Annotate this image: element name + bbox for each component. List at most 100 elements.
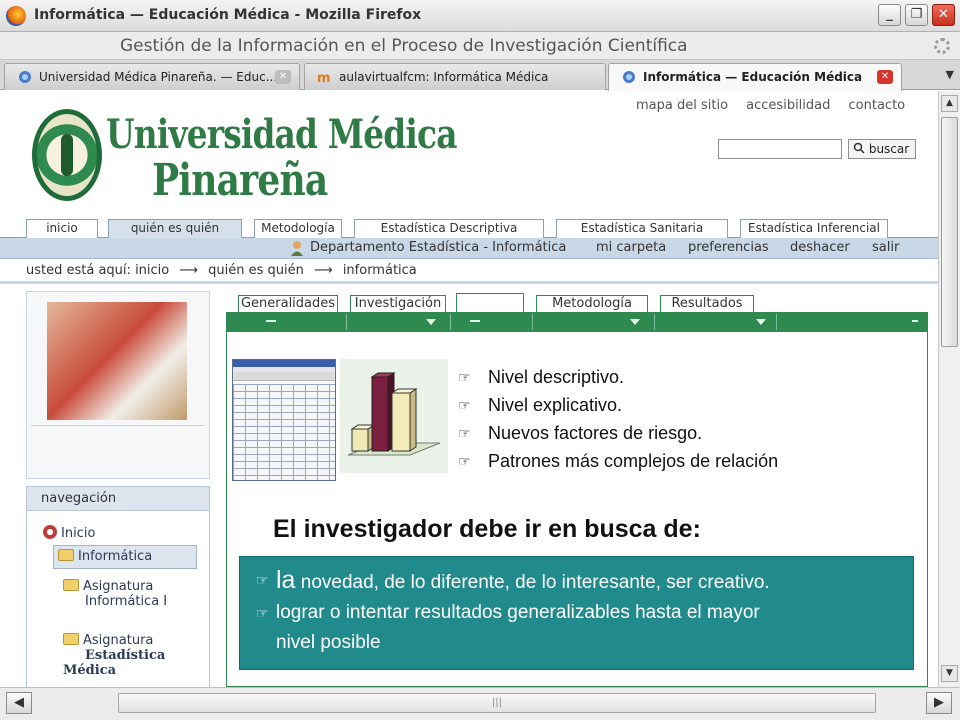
logo-text-line2[interactable]: Pinareña bbox=[152, 155, 328, 206]
list-item: ☞ Nivel descriptivo. bbox=[458, 363, 778, 391]
nav-item-label: Inicio bbox=[61, 526, 96, 541]
link-contact[interactable]: contacto bbox=[849, 98, 906, 113]
pointing-hand-icon: ☞ bbox=[256, 605, 269, 621]
nav-item-label: Asignatura bbox=[83, 579, 154, 594]
divider bbox=[31, 425, 205, 426]
highlight-line: ☞ la novedad, de lo diferente, de lo inte… bbox=[256, 565, 897, 598]
chevron-down-icon[interactable] bbox=[426, 319, 436, 325]
tab-close-icon[interactable]: ✕ bbox=[877, 70, 893, 84]
nav-item-inicio[interactable]: Inicio bbox=[43, 525, 95, 541]
chevron-down-icon[interactable] bbox=[630, 319, 640, 325]
dash-icon bbox=[912, 320, 918, 322]
user-name-link[interactable]: Departamento Estadística - Informática bbox=[310, 240, 566, 255]
page-title-bar: Gestión de la Información en el Proceso … bbox=[0, 32, 960, 60]
maximize-button[interactable]: ❐ bbox=[905, 4, 928, 26]
nav-item-sublabel: Estadística Médica bbox=[63, 648, 166, 678]
list-item-text: Nivel explicativo. bbox=[488, 395, 623, 415]
highlight-lead: la bbox=[276, 566, 296, 594]
content-tabs: Generalidades Investigación Metodología … bbox=[236, 293, 930, 315]
ctab-resultados[interactable]: Resultados bbox=[660, 295, 754, 313]
list-item: ☞ Nivel explicativo. bbox=[458, 391, 778, 419]
close-window-button[interactable]: ✕ bbox=[932, 4, 955, 26]
ctab-generalidades[interactable]: Generalidades bbox=[238, 295, 338, 313]
section-tabs: inicio quién es quién Metodología Estadí… bbox=[0, 219, 938, 238]
search-icon bbox=[853, 142, 865, 154]
link-sitemap[interactable]: mapa del sitio bbox=[636, 98, 728, 113]
tab-quien-es-quien[interactable]: quién es quién bbox=[108, 219, 242, 238]
folder-icon bbox=[63, 579, 79, 591]
tab-metodologia[interactable]: Metodología bbox=[254, 219, 342, 238]
levels-bullet-list: ☞ Nivel descriptivo. ☞ Nivel explicativo. … bbox=[458, 363, 778, 475]
students-photo bbox=[47, 302, 187, 420]
highlight-line: ☞ lograr o intentar resultados generaliza… bbox=[256, 598, 897, 628]
nav-item-asignatura-estadistica[interactable]: Asignatura Estadística Médica bbox=[63, 633, 209, 678]
logo-text-line1[interactable]: Universidad Médica bbox=[106, 111, 457, 158]
browser-tab-bar: Universidad Médica Pinareña. — Educ... ✕… bbox=[0, 60, 960, 91]
scrollbar-thumb[interactable] bbox=[941, 117, 958, 347]
top-links: mapa del sitio accesibilidad contacto bbox=[636, 98, 919, 113]
pointing-hand-icon: ☞ bbox=[458, 397, 471, 413]
window-titlebar: Informática — Educación Médica - Mozilla… bbox=[0, 0, 960, 32]
page-title: Gestión de la Información en el Proceso … bbox=[120, 36, 688, 56]
pointing-hand-icon: ☞ bbox=[458, 453, 471, 469]
moodle-icon: m bbox=[317, 71, 331, 84]
highlight-box: ☞ la novedad, de lo diferente, de lo inte… bbox=[239, 556, 914, 670]
university-seal-logo[interactable] bbox=[32, 109, 102, 201]
horizontal-scrollbar[interactable]: ◀ ||| ▶ bbox=[0, 687, 960, 720]
page-icon bbox=[19, 71, 31, 83]
tab-list-chevron-down-icon[interactable]: ▼ bbox=[946, 68, 954, 81]
search-input[interactable] bbox=[718, 139, 842, 159]
loading-throbber-icon bbox=[934, 38, 950, 54]
tab-close-icon[interactable]: ✕ bbox=[275, 70, 291, 84]
nav-item-informatica[interactable]: Informática bbox=[53, 545, 197, 569]
scroll-left-icon[interactable]: ◀ bbox=[6, 692, 32, 714]
list-item-text: Nuevos factores de riesgo. bbox=[488, 423, 703, 443]
ctab-metodologia[interactable]: Metodología bbox=[536, 295, 648, 313]
folder-icon bbox=[63, 633, 79, 645]
tab-informatica[interactable]: Informática — Educación Médica ✕ bbox=[608, 63, 902, 91]
highlight-continuation: nivel posible bbox=[276, 632, 381, 653]
user-icon bbox=[291, 241, 303, 256]
nav-item-sublabel: Informática I bbox=[85, 594, 168, 609]
tab-label: Universidad Médica Pinareña. — Educ... bbox=[39, 70, 278, 84]
tab-label: Informática — Educación Médica bbox=[643, 70, 863, 84]
tab-estadistica-sanitaria[interactable]: Estadística Sanitaria bbox=[556, 219, 728, 238]
link-preferencias[interactable]: preferencias bbox=[688, 240, 769, 255]
search-button[interactable]: buscar bbox=[848, 139, 916, 159]
firefox-logo-icon bbox=[6, 6, 26, 26]
tab-universidad[interactable]: Universidad Médica Pinareña. — Educ... ✕ bbox=[4, 63, 300, 90]
tab-estadistica-inferencial[interactable]: Estadística Inferencial bbox=[740, 219, 888, 238]
scroll-right-icon[interactable]: ▶ bbox=[926, 692, 952, 714]
slide-headline: El investigador debe ir en busca de: bbox=[273, 515, 701, 543]
link-salir[interactable]: salir bbox=[872, 240, 899, 255]
link-mi-carpeta[interactable]: mi carpeta bbox=[596, 240, 666, 255]
minimize-button[interactable]: _ bbox=[878, 4, 901, 26]
tab-estadistica-descriptiva[interactable]: Estadística Descriptiva bbox=[354, 219, 544, 238]
nav-item-label: Asignatura bbox=[83, 633, 154, 648]
tab-label: aulavirtualfcm: Informática Médica bbox=[339, 70, 549, 84]
page-icon bbox=[623, 71, 635, 83]
link-deshacer[interactable]: deshacer bbox=[790, 240, 850, 255]
ctab-investigacion[interactable]: Investigación bbox=[350, 295, 446, 313]
tab-aulavirtual[interactable]: m aulavirtualfcm: Informática Médica bbox=[304, 63, 606, 90]
breadcrumb-arrow-icon: ⟶ bbox=[179, 263, 199, 278]
bar-chart-3d-image bbox=[340, 359, 448, 473]
highlight-text: novedad, de lo diferente, de lo interesa… bbox=[295, 572, 770, 593]
window-title: Informática — Educación Médica - Mozilla… bbox=[34, 7, 422, 23]
content-subbar bbox=[226, 312, 928, 332]
tab-inicio[interactable]: inicio bbox=[26, 219, 98, 238]
vertical-scrollbar[interactable]: ▲ ▼ bbox=[938, 91, 960, 687]
chevron-down-icon[interactable] bbox=[756, 319, 766, 325]
breadcrumb-quien-es-quien[interactable]: quién es quién bbox=[208, 263, 304, 278]
nav-item-asignatura-informatica[interactable]: Asignatura Informática I bbox=[63, 579, 167, 609]
dash-icon bbox=[266, 320, 276, 322]
navigation-heading: navegación bbox=[27, 487, 209, 511]
pointing-hand-icon: ☞ bbox=[256, 572, 269, 588]
scroll-down-icon[interactable]: ▼ bbox=[941, 665, 958, 682]
scroll-up-icon[interactable]: ▲ bbox=[941, 95, 958, 112]
scrollbar-thumb[interactable]: ||| bbox=[118, 693, 876, 713]
link-accessibility[interactable]: accesibilidad bbox=[746, 98, 830, 113]
nav-item-label: Informática bbox=[78, 549, 153, 564]
pointing-hand-icon: ☞ bbox=[458, 425, 471, 441]
breadcrumb-inicio[interactable]: inicio bbox=[135, 263, 169, 278]
